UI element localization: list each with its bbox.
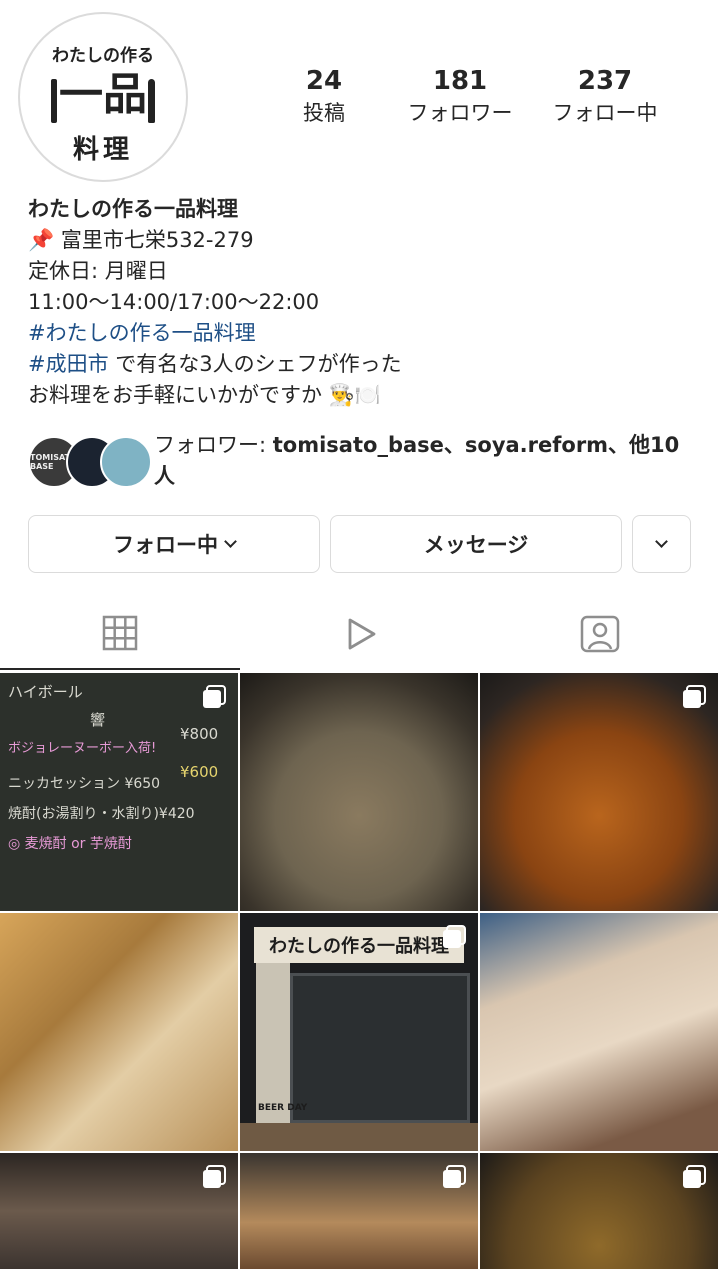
- shop-banner-text: BEER DAY: [258, 1103, 308, 1113]
- posts-label: 投稿: [303, 101, 345, 125]
- following-button-label: フォロー中: [113, 533, 218, 557]
- followed-by-text: フォロワー: tomisato_base、soya.reform、他10 人: [154, 433, 680, 488]
- profile-bio: わたしの作る一品料理 📌 富里市七栄532-279 定休日: 月曜日 11:00…: [28, 194, 708, 411]
- avatar-logo-text-bottom: 料理: [72, 135, 133, 165]
- tagged-icon: [580, 615, 620, 653]
- message-button[interactable]: メッセージ: [330, 515, 622, 573]
- pushpin-icon: 📌: [28, 228, 55, 252]
- bio-line-invite: お料理をお手軽にいかがですか 👨‍🍳🍽️: [28, 383, 381, 407]
- shop-sign-text: わたしの作る一品料理: [254, 927, 464, 963]
- avatar-logo: わたしの作る 一品 料理: [29, 23, 177, 171]
- suggested-accounts-button[interactable]: [632, 515, 691, 573]
- posts-count: 24: [305, 66, 343, 96]
- message-button-label: メッセージ: [423, 533, 529, 557]
- post-thumbnail[interactable]: [240, 1153, 478, 1269]
- follower-avatar-3: [100, 436, 152, 488]
- post-thumbnail[interactable]: ハイボール 響 ボジョレーヌーボー入荷! ¥800 ¥600 ニッカセッション …: [0, 673, 238, 911]
- carousel-icon: [443, 1165, 466, 1188]
- chevron-down-icon: [655, 534, 668, 548]
- bio-hashtag-link[interactable]: #わたしの作る一品料理: [28, 318, 708, 349]
- carousel-icon: [203, 685, 226, 708]
- post-thumbnail[interactable]: [480, 673, 718, 911]
- tab-tagged[interactable]: [480, 598, 719, 670]
- following-label: フォロー中: [552, 101, 658, 125]
- profile-tabs: [0, 598, 719, 670]
- profile-stats: 24 投稿 181 フォロワー 237 フォロー中: [290, 64, 670, 134]
- post-thumbnail[interactable]: [240, 673, 478, 911]
- shop-banner: [256, 963, 290, 1123]
- carousel-icon: [683, 685, 706, 708]
- stat-posts[interactable]: 24 投稿: [290, 64, 358, 128]
- post-thumbnail[interactable]: [0, 1153, 238, 1269]
- carousel-icon: [203, 1165, 226, 1188]
- profile-avatar[interactable]: わたしの作る 一品 料理: [18, 12, 188, 182]
- bio-line-chefs: #成田市 で有名な3人のシェフが作った: [28, 349, 708, 380]
- address-text: 富里市七栄532-279: [54, 228, 254, 252]
- stat-followers[interactable]: 181 フォロワー: [400, 64, 520, 128]
- carousel-icon: [683, 1165, 706, 1188]
- stat-following[interactable]: 237 フォロー中: [540, 64, 670, 128]
- bio-hours: 11:00〜14:00/17:00〜22:00: [28, 290, 320, 314]
- followers-count: 181: [432, 66, 488, 96]
- post-thumbnail[interactable]: [480, 913, 718, 1151]
- bio-holiday: 定休日: 月曜日: [28, 259, 168, 283]
- grid-icon: [102, 615, 138, 651]
- shop-front: [290, 973, 470, 1123]
- followers-label: フォロワー: [407, 101, 513, 125]
- profile-name: わたしの作る一品料理: [28, 197, 238, 221]
- post-thumbnail[interactable]: [480, 1153, 718, 1269]
- tab-posts-grid[interactable]: [0, 598, 240, 670]
- reels-icon: [348, 618, 376, 650]
- following-count: 237: [577, 66, 633, 96]
- shop-deck: [240, 1123, 478, 1151]
- bio-chefs-text: で有名な3人のシェフが作った: [108, 352, 402, 376]
- followed-by-users: tomisato_base、soya.reform、他10: [272, 433, 680, 457]
- bio-address: 📌 富里市七栄532-279: [28, 225, 708, 256]
- followed-by[interactable]: TOMISATO BASE フォロワー: tomisato_base、soya.…: [28, 428, 708, 494]
- follower-avatars: TOMISATO BASE: [28, 436, 152, 488]
- post-thumbnail[interactable]: わたしの作る一品料理 BEER DAY: [240, 913, 478, 1151]
- carousel-icon: [443, 925, 466, 948]
- post-thumbnail[interactable]: [0, 913, 238, 1151]
- chevron-down-icon: [224, 534, 237, 548]
- tab-reels[interactable]: [240, 598, 480, 670]
- bio-hashtag-narita[interactable]: #成田市: [28, 352, 109, 376]
- avatar-logo-text-top: わたしの作る: [52, 46, 154, 66]
- followed-by-suffix: 人: [154, 464, 175, 488]
- knife-icon: [148, 79, 155, 123]
- following-button[interactable]: フォロー中: [28, 515, 320, 573]
- posts-grid: ハイボール 響 ボジョレーヌーボー入荷! ¥800 ¥600 ニッカセッション …: [0, 673, 719, 1269]
